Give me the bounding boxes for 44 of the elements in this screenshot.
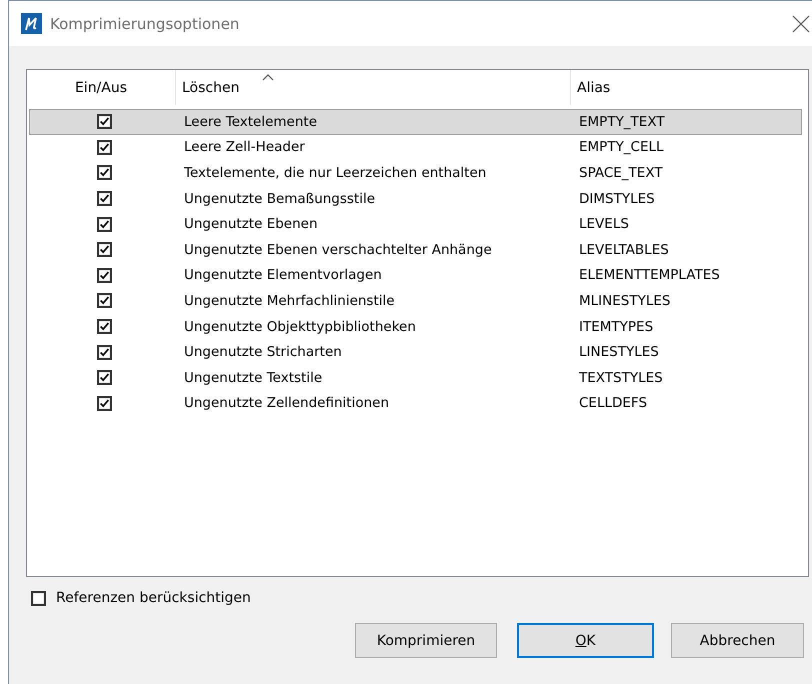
table-cell-text: Ungenutzte Elementvorlagen [183,267,383,284]
table-cell-text: Leere Zell-Header [183,139,306,156]
table-cell-text: Ungenutzte Zellendefinitionen [183,395,390,412]
table-row[interactable]: Ungenutzte Elementvorlagen ELEMENTTEMPLATES [29,262,802,288]
table-row[interactable]: Ungenutzte Mehrfachlinienstile MLINESTYLES [29,288,802,314]
table-cell-text: ELEMENTTEMPLATES [578,267,721,284]
table-cell-text: Ungenutzte Bemaßungsstile [183,190,376,207]
table-cell-text: Leere Textelemente [183,114,318,130]
table-cell-text: DIMSTYLES [578,190,656,207]
table-row[interactable]: Leere Zell-Header EMPTY_CELL [29,134,802,160]
table-cell-text: EMPTY_CELL [578,139,665,156]
column-header[interactable]: Alias [570,70,808,105]
table-row[interactable]: Ungenutzte Stricharten LINESTYLES [29,339,802,365]
table-cell-text: SPACE_TEXT [578,164,664,181]
table-cell-text: MLINESTYLES [578,292,672,309]
table-cell-text: CELLDEFS [578,395,648,412]
table-cell-text: Ungenutzte Mehrfachlinienstile [183,292,396,309]
dialog-button[interactable]: OK [517,623,654,658]
table-row[interactable]: Ungenutzte Bemaßungsstile DIMSTYLES [29,186,802,212]
table-cell-text: TEXTSTYLES [578,370,664,386]
column-header[interactable]: Löschen [175,70,570,105]
table-cell-text: LEVELS [578,216,630,232]
dialog-button[interactable]: Komprimieren [355,623,497,658]
table-cell-text: Ungenutzte Ebenen [183,216,319,232]
table-cell-text: LINESTYLES [578,344,660,360]
table-row[interactable]: Ungenutzte Ebenen LEVELS [29,211,802,237]
table-cell-text: Ungenutzte Objekttypbibliotheken [183,318,417,335]
checkbox-label: Referenzen berücksichtigen [56,590,251,606]
table-row[interactable]: Textelemente, die nur Leerzeichen enthalten SPACE_TEXT [29,160,802,186]
table-row[interactable]: Ungenutzte Objekttypbibliotheken ITEMTYPES [29,314,802,340]
table-cell-text: Ungenutzte Ebenen verschachtelter Anhänge [183,242,493,258]
table-row[interactable]: Ungenutzte Textstile TEXTSTYLES [29,364,802,391]
column-header[interactable]: Ein/Aus [27,70,175,105]
table-row[interactable]: Ungenutzte Ebenen verschachtelter Anhänge LEVELTABLES [29,236,802,263]
table-cell-text: Ungenutzte Textstile [183,370,324,386]
table-cell-text: Ungenutzte Stricharten [183,344,343,360]
window-title: Komprimierungsoptionen [50,14,240,32]
table-cell-text: EMPTY_TEXT [578,114,666,130]
table-row[interactable]: Ungenutzte Zellendefinitionen CELLDEFS [29,390,802,416]
table-cell-text: ITEMTYPES [578,318,654,335]
table-row[interactable]: Leere Textelemente EMPTY_TEXT [29,109,802,135]
table-cell-text: LEVELTABLES [578,242,670,258]
table-cell-text: Textelemente, die nur Leerzeichen enthalten [183,164,488,181]
dialog-button[interactable]: Abbrechen [671,623,804,658]
